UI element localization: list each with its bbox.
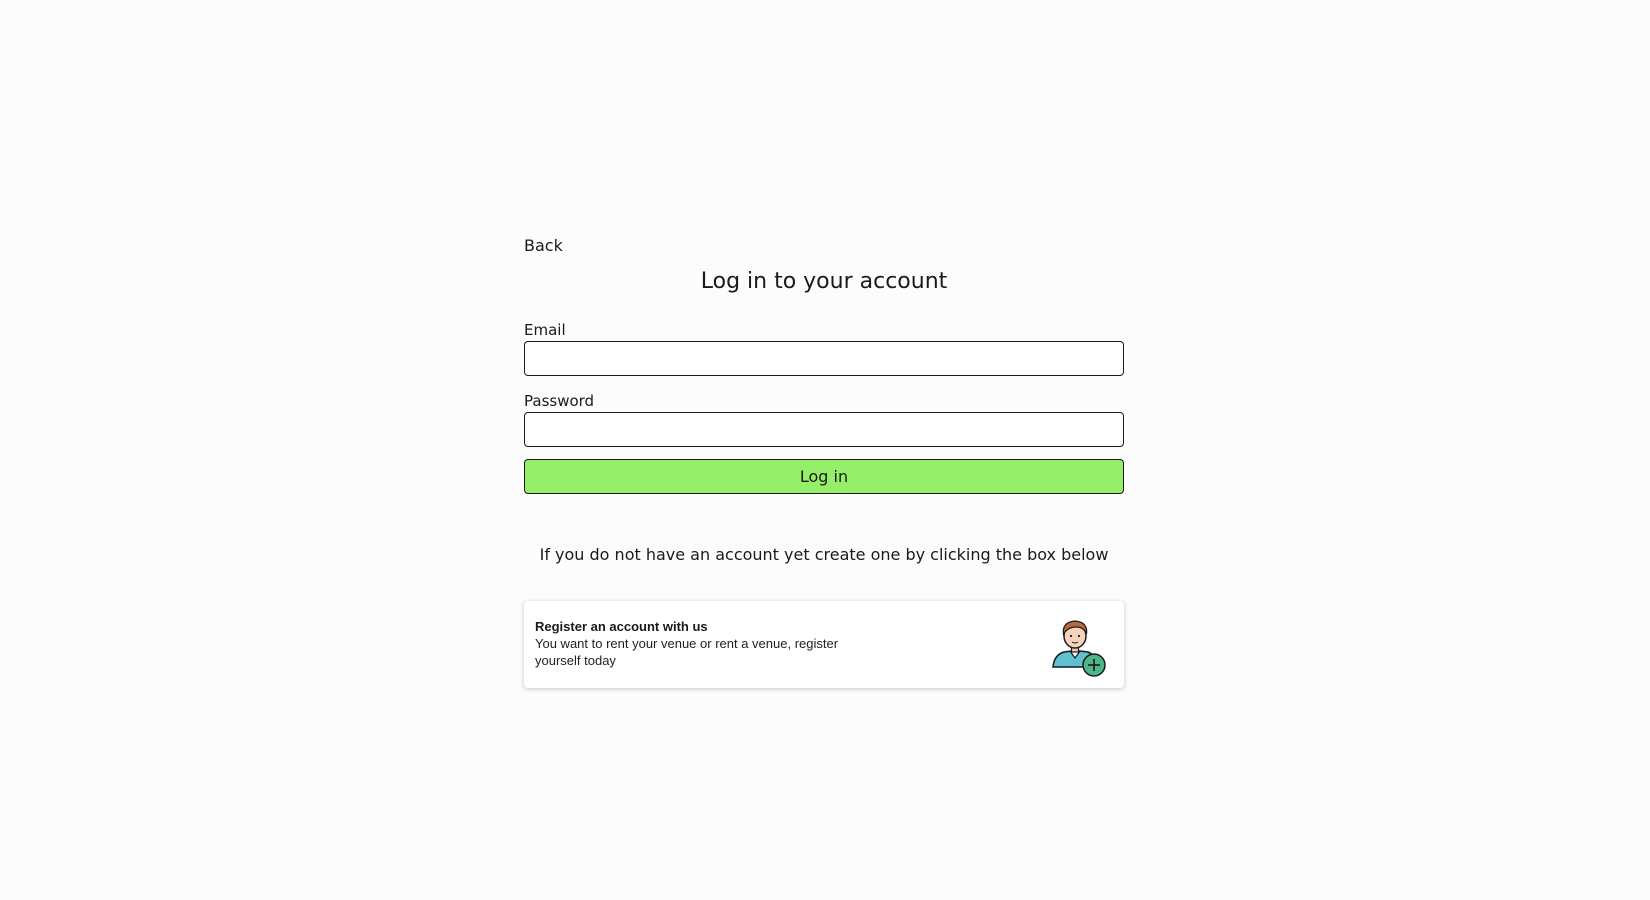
password-label: Password: [524, 392, 595, 410]
register-card[interactable]: Register an account with us You want to …: [524, 601, 1124, 688]
login-button[interactable]: Log in: [524, 459, 1124, 494]
login-container: Back Log in to your account Email Passwo…: [524, 236, 1124, 688]
register-hint: If you do not have an account yet create…: [539, 545, 1109, 564]
register-card-description: You want to rent your venue or rent a ve…: [535, 636, 839, 668]
password-field[interactable]: [524, 412, 1124, 447]
register-card-title: Register an account with us: [535, 619, 708, 634]
email-field[interactable]: [524, 341, 1124, 376]
email-label: Email: [524, 321, 566, 339]
back-link[interactable]: Back: [524, 236, 563, 256]
page-title: Log in to your account: [700, 269, 948, 294]
add-user-icon: [1052, 620, 1106, 677]
